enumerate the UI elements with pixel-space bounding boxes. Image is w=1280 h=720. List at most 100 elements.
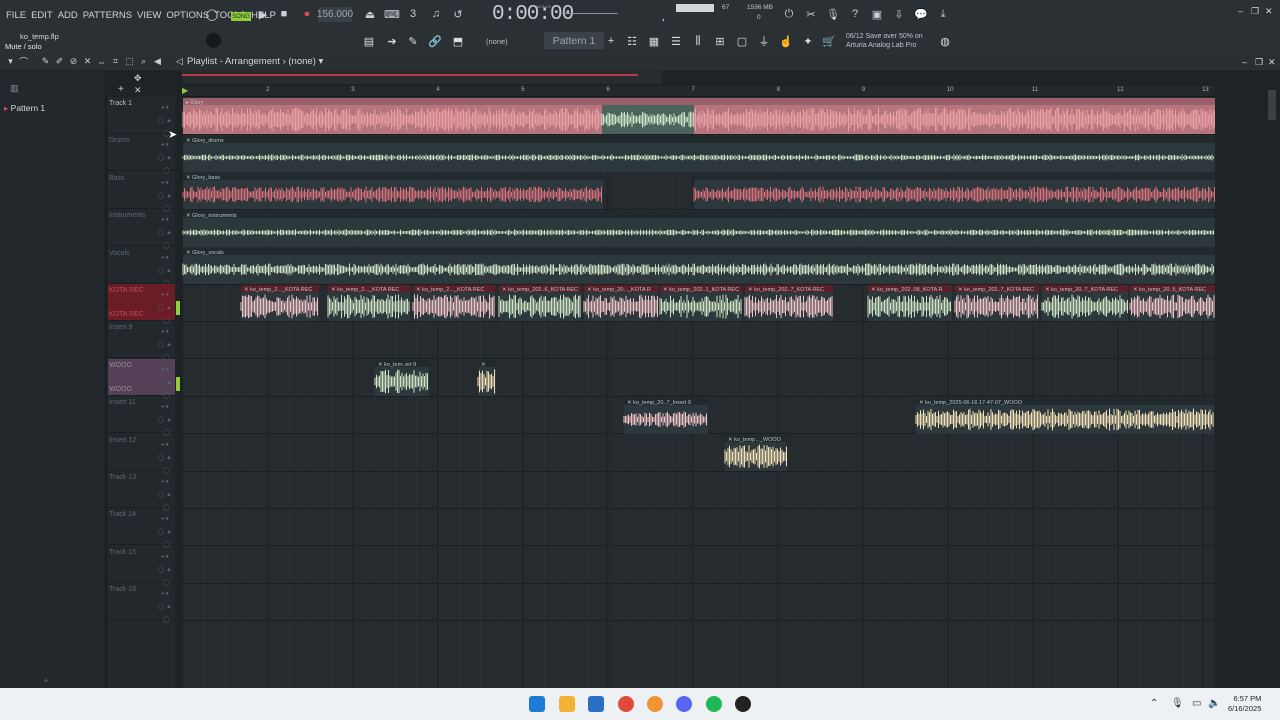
master-knob[interactable] [206, 33, 221, 48]
plug-icon[interactable]: ⏚ [756, 33, 772, 49]
track-header[interactable]: Track 1 ◂ ● ◯ ▲ ◯ [108, 97, 175, 137]
stamp-icon[interactable]: ⬒ [450, 33, 466, 49]
tray-monitor-icon[interactable]: ▭ [1192, 698, 1201, 709]
track-header[interactable]: Track 13 ◂ ● ◯ ▲ ◯ [108, 471, 175, 511]
cart-icon[interactable]: 🛒 [821, 33, 837, 49]
chat-icon[interactable]: 💬 [913, 6, 929, 22]
overview-bar[interactable] [182, 70, 662, 84]
track-controls-icon[interactable]: ◂ ●◯ ▲ ◯ [158, 588, 172, 627]
vertical-scrollbar[interactable] [1268, 90, 1276, 120]
master-pitch-icon[interactable]: ◐ [662, 17, 666, 24]
record-icon[interactable]: ● [299, 6, 315, 22]
tempo-tap-icon[interactable]: ✦ [800, 33, 816, 49]
microphone-icon[interactable]: 🎙 [825, 6, 841, 22]
playback-icon[interactable]: ◀ [152, 56, 163, 67]
chrome-icon[interactable] [618, 696, 634, 712]
playlist-minimize-icon[interactable]: ‒ [1242, 57, 1247, 67]
slice-icon[interactable]: ⌗ [110, 56, 121, 67]
arrangement-name[interactable]: (none) [288, 56, 315, 67]
typing-keyboard-icon[interactable]: ⌨ [384, 6, 400, 22]
playhead-marker-icon[interactable]: ▶ [182, 86, 188, 95]
globe-icon[interactable]: ◍ [937, 33, 953, 49]
time-display[interactable]: 0:00:00 [492, 3, 574, 26]
cut-tool-icon[interactable]: ✂ [803, 6, 819, 22]
track-header[interactable]: Insert 12 ◂ ● ◯ ▲ ◯ [108, 434, 175, 474]
fl-studio-icon[interactable] [647, 696, 663, 712]
zoom-icon[interactable]: ⌕ [138, 56, 149, 67]
picker-icon[interactable]: ▥ [10, 83, 19, 94]
pattern-item[interactable]: ▸ Pattern 1 [4, 103, 45, 114]
track-header[interactable]: Track 16 ◂ ● ◯ ▲ ◯ [108, 583, 175, 623]
menu-edit[interactable]: EDIT [31, 10, 53, 21]
store-icon[interactable] [588, 696, 604, 712]
add-pattern-icon[interactable]: + [603, 33, 619, 49]
slip-icon[interactable]: ⇔ [96, 56, 107, 67]
close-icon[interactable]: ✕ [1265, 6, 1273, 17]
track-header[interactable]: Insert 11 ◂ ● ◯ ▲ ◯ [108, 396, 175, 436]
pat-song-icon[interactable]: ◯ [204, 6, 220, 22]
track-header[interactable]: Vocals◂ ●◯ ▲ ◯ [108, 247, 175, 287]
select-icon[interactable]: ⬚ [124, 56, 135, 67]
playlist-maximize-icon[interactable]: ❐ [1255, 57, 1263, 68]
spotify-icon[interactable] [706, 696, 722, 712]
add-track-icon[interactable]: + [43, 676, 49, 687]
delete-icon[interactable]: ⊘ [68, 56, 79, 67]
step-edit-icon[interactable]: 3 [405, 6, 421, 22]
clear-icon[interactable]: ✕ [134, 85, 142, 96]
arrow-icon[interactable]: ➔ [384, 33, 400, 49]
track-header[interactable]: WOOO WOOO ◂ ● ◯ ▲ ◯ [108, 358, 175, 399]
playlist-close-icon[interactable]: ✕ [1268, 57, 1276, 68]
browser-icon[interactable]: ⊞ [712, 33, 728, 49]
piano-roll-icon[interactable]: ☰ [668, 33, 684, 49]
brush-icon[interactable]: ✐ [54, 56, 65, 67]
menu-patterns[interactable]: PATTERNS [83, 10, 132, 21]
pattern-selector[interactable]: Pattern 1 [544, 32, 604, 49]
stop-icon[interactable]: ■ [276, 6, 292, 22]
render-icon[interactable]: ⇩ [891, 6, 907, 22]
mixer-icon[interactable]: ⫼ [690, 33, 706, 49]
track-header[interactable]: Track 14 ◂ ● ◯ ▲ ◯ [108, 508, 175, 548]
play-icon[interactable]: ▶ [255, 6, 271, 22]
file-explorer-icon[interactable] [559, 696, 575, 712]
menu-view[interactable]: VIEW [137, 10, 161, 21]
menu-arrow-icon[interactable]: ▾ [5, 56, 16, 67]
metronome-icon[interactable]: ⏏ [362, 6, 378, 22]
save-icon[interactable]: ▣ [869, 6, 885, 22]
minimize-icon[interactable]: ‒ [1238, 6, 1243, 16]
piano-icon[interactable]: ▤ [361, 33, 377, 49]
plugin-icon[interactable]: ▢ [734, 33, 750, 49]
touch-icon[interactable]: ☝ [778, 33, 794, 49]
playlist-arrow-icon[interactable]: ◁ [174, 56, 185, 67]
app-icon[interactable] [735, 696, 751, 712]
track-header[interactable]: Track 15 ◂ ● ◯ ▲ ◯ [108, 546, 175, 586]
tray-chevron-icon[interactable]: ⌃ [1150, 698, 1158, 709]
windows-start-icon[interactable] [529, 696, 545, 712]
pencil-icon[interactable]: ✎ [40, 56, 51, 67]
song-mode-button[interactable]: SONG [231, 12, 251, 21]
link-icon[interactable]: 🔗 [427, 33, 443, 49]
help-icon[interactable]: ? [847, 6, 863, 22]
none-selector[interactable]: (none) [486, 37, 508, 46]
menu-file[interactable]: FILE [6, 10, 26, 21]
loop-record-icon[interactable]: ↺ [450, 6, 466, 22]
playlist-grid[interactable] [182, 97, 1215, 688]
restore-icon[interactable]: ❐ [1251, 6, 1259, 17]
track-header[interactable]: Drums ◂ ● ◯ ▲ ◯ [108, 134, 175, 174]
draw-icon[interactable]: ✎ [405, 33, 421, 49]
timeline-ruler[interactable] [182, 86, 1215, 97]
track-header[interactable]: Insert 9◂ ●◯ ▲ ◯ [108, 321, 175, 361]
playlist-icon[interactable]: ☷ [624, 33, 640, 49]
channel-rack-icon[interactable]: ▦ [646, 33, 662, 49]
download-icon[interactable]: ⤓ [935, 6, 951, 22]
master-volume-slider[interactable] [562, 13, 618, 14]
menu-add[interactable]: ADD [58, 10, 78, 21]
taskbar-clock[interactable]: 6:57 PM 6/16/2025 [1228, 694, 1261, 714]
menu-options[interactable]: OPTIONS [166, 10, 209, 21]
tray-volume-icon[interactable]: 🔈 [1208, 698, 1220, 709]
track-header[interactable]: Instruments ◂ ● ◯ ▲ ◯ [108, 209, 175, 249]
tray-mic-icon[interactable]: 🎙 [1171, 698, 1184, 709]
track-header[interactable]: Bass ◂ ● ◯ ▲ ◯ [108, 172, 175, 212]
magnet-icon[interactable]: ⌒ [18, 56, 29, 67]
track-header[interactable]: KOTA REC KOTA REC ◂ ● ◯ ▲ ◯ [108, 284, 175, 324]
mute-tool-icon[interactable]: ✕ [82, 56, 93, 67]
